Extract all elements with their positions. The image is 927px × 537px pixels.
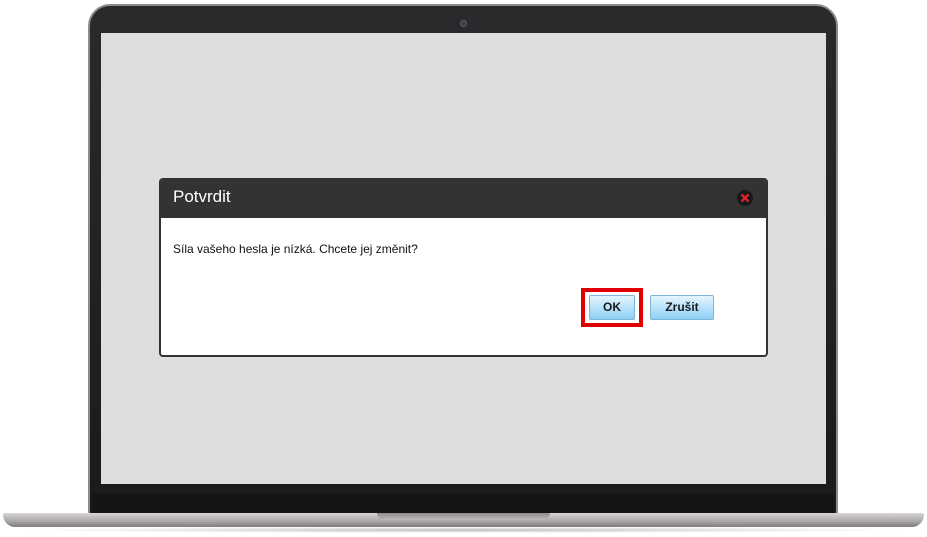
ok-button[interactable]: OK — [589, 295, 635, 320]
dialog-message: Síla vašeho hesla je nízká. Chcete jej z… — [173, 242, 418, 256]
laptop-base-notch — [377, 513, 550, 520]
cancel-button[interactable]: Zrušit — [650, 295, 714, 320]
close-icon — [737, 190, 753, 206]
laptop-frame: Potvrdit Síla vašeho hesla je nízká. Chc… — [0, 0, 927, 537]
confirm-dialog: Potvrdit Síla vašeho hesla je nízká. Chc… — [159, 178, 768, 357]
webcam-icon — [460, 20, 467, 27]
close-button[interactable] — [737, 190, 753, 206]
dialog-title: Potvrdit — [173, 187, 231, 206]
dialog-header: Potvrdit — [161, 180, 766, 218]
laptop-shadow — [20, 527, 907, 533]
screen-bottom-bezel — [92, 494, 834, 514]
